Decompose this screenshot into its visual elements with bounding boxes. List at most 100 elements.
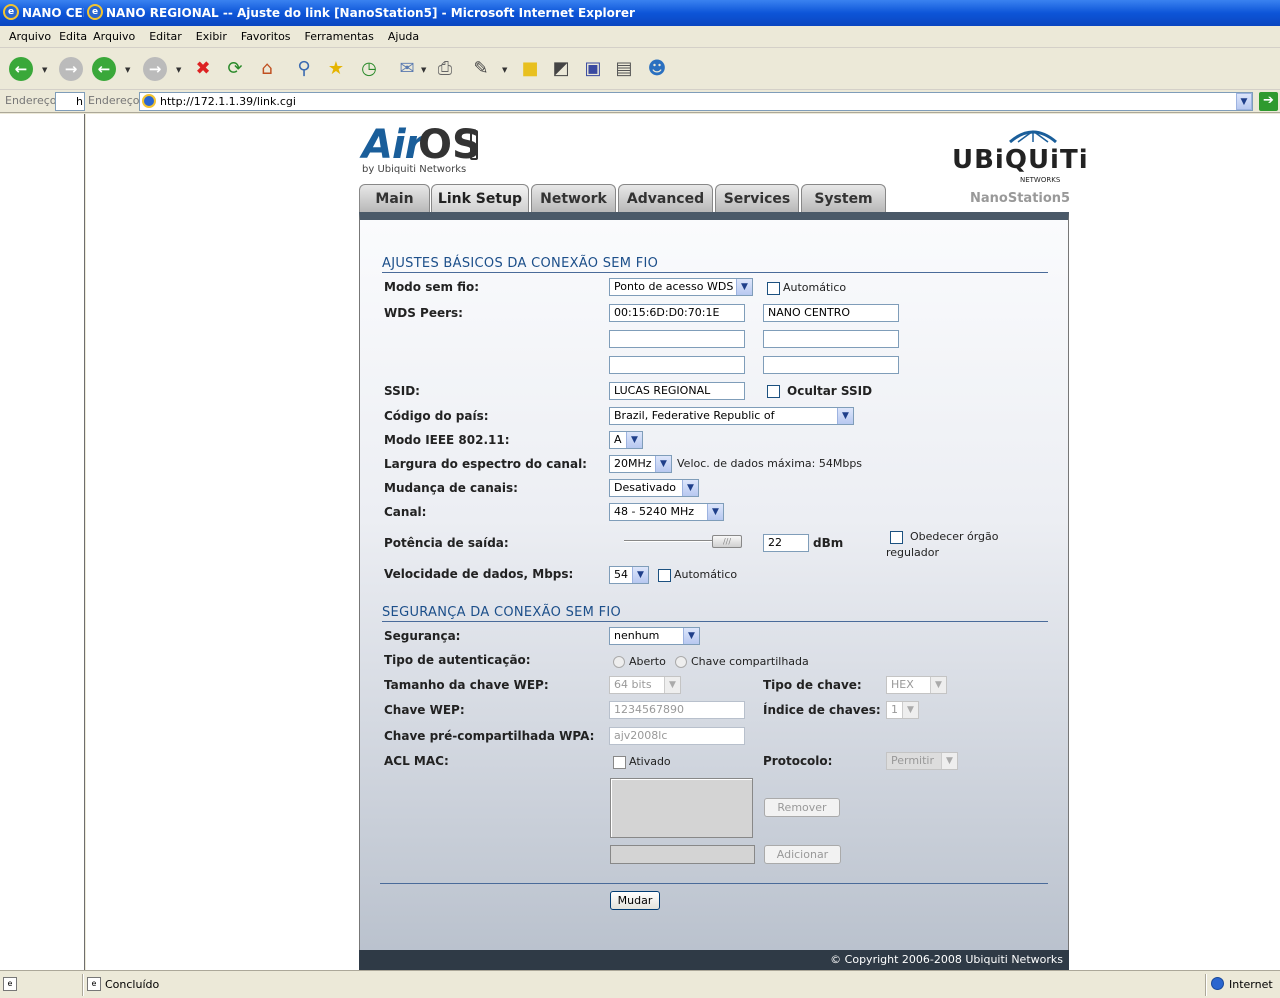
stop-button[interactable]: ✖: [190, 56, 216, 82]
forward-button-2[interactable]: →: [142, 56, 168, 82]
favorites-button[interactable]: ★: [323, 56, 349, 82]
chevron-down-icon[interactable]: ▼: [125, 66, 130, 74]
menu-ferramentas[interactable]: Ferramentas: [297, 30, 380, 43]
wds-peer-4-input[interactable]: [763, 330, 899, 348]
menu-exibir[interactable]: Exibir: [188, 30, 233, 43]
zone-text: Internet: [1229, 978, 1273, 991]
output-power-input[interactable]: 22: [763, 534, 809, 552]
wds-peer-6-input[interactable]: [763, 356, 899, 374]
menu-arquivo[interactable]: Arquivo: [87, 30, 141, 43]
channel-shift-select[interactable]: Desativado ▼: [609, 479, 699, 497]
protocol-select[interactable]: Permitir ▼: [886, 752, 958, 770]
security-select[interactable]: nenhum ▼: [609, 627, 700, 645]
change-button[interactable]: Mudar: [610, 891, 660, 910]
messenger-button[interactable]: ▣: [580, 56, 606, 82]
wds-peer-3-input[interactable]: [609, 330, 745, 348]
status-divider: [82, 974, 84, 996]
window-title-bar-left[interactable]: e NANO CENTRO: [0, 0, 84, 26]
contacts-button[interactable]: ☻: [644, 56, 670, 82]
protocol-value: Permitir: [891, 754, 935, 767]
print-button[interactable]: ⎙: [432, 56, 458, 82]
home-button[interactable]: ⌂: [254, 56, 280, 82]
wds-peer-1-input[interactable]: 00:15:6D:D0:70:1E: [609, 304, 745, 322]
address-input[interactable]: http://172.1.1.39/link.cgi: [139, 92, 1253, 111]
messenger-icon: ▣: [584, 58, 602, 79]
back-button-2[interactable]: ←: [91, 56, 117, 82]
section-title-security: SEGURANÇA DA CONEXÃO SEM FIO: [382, 605, 1048, 622]
tab-services[interactable]: Services: [715, 184, 799, 212]
menu-arquivo-left[interactable]: Arquivo: [0, 30, 57, 43]
data-rate-select[interactable]: 54 ▼: [609, 566, 649, 584]
back-button[interactable]: ←: [8, 56, 34, 82]
auth-shared-label: Chave compartilhada: [691, 655, 809, 668]
wds-peer-5-input[interactable]: [609, 356, 745, 374]
address-dropdown-button[interactable]: ▼: [1236, 93, 1252, 110]
key-index-select[interactable]: 1 ▼: [886, 701, 919, 719]
tab-link-setup[interactable]: Link Setup: [431, 184, 529, 212]
auth-shared-radio[interactable]: [675, 656, 687, 668]
window-title-bar[interactable]: e NANO REGIONAL -- Ajuste do link [NanoS…: [84, 0, 1280, 26]
key-type-select[interactable]: HEX ▼: [886, 676, 947, 694]
chevron-down-icon[interactable]: ▼: [502, 66, 507, 74]
mail-button[interactable]: ✉: [394, 56, 420, 82]
obey-regulatory-checkbox[interactable]: [890, 531, 903, 544]
wep-key-input[interactable]: 1234567890: [609, 701, 745, 719]
tab-main[interactable]: Main: [359, 184, 430, 212]
notes-button[interactable]: ■: [517, 56, 543, 82]
chevron-down-icon[interactable]: ▼: [176, 66, 181, 74]
chevron-down-icon[interactable]: ▼: [42, 66, 47, 74]
device-model: NanoStation5: [970, 191, 1071, 206]
wds-peers-label: WDS Peers:: [384, 306, 463, 320]
chevron-down-icon: ▼: [930, 677, 946, 693]
go-button[interactable]: ➔: [1259, 92, 1278, 111]
mac-acl-list[interactable]: [610, 778, 753, 838]
wds-peer-2-input[interactable]: NANO CENTRO: [763, 304, 899, 322]
channel-select[interactable]: 48 - 5240 MHz ▼: [609, 503, 724, 521]
auth-open-radio[interactable]: [613, 656, 625, 668]
search-button[interactable]: ⚲: [291, 56, 317, 82]
data-rate-label: Velocidade de dados, Mbps:: [384, 567, 574, 581]
wpa-key-label: Chave pré-compartilhada WPA:: [384, 729, 595, 743]
hide-ssid-checkbox[interactable]: [767, 385, 780, 398]
back-arrow-icon: ←: [9, 57, 33, 81]
ie-icon: e: [3, 4, 19, 20]
menu-ajuda[interactable]: Ajuda: [380, 30, 425, 43]
ubiquiti-dish-icon: [1008, 128, 1058, 144]
chevron-down-icon[interactable]: ▼: [421, 66, 426, 74]
ieee-mode-select[interactable]: A ▼: [609, 431, 643, 449]
country-select[interactable]: Brazil, Federative Republic of ▼: [609, 407, 854, 425]
status-text: Concluído: [105, 978, 160, 991]
edit-button[interactable]: ✎: [468, 56, 494, 82]
ubiquiti-logo: UBiQUiTi: [952, 145, 1089, 175]
wpa-key-input[interactable]: ajv2008lc: [609, 727, 745, 745]
add-button[interactable]: Adicionar: [764, 845, 841, 864]
menu-favoritos[interactable]: Favoritos: [233, 30, 297, 43]
wep-size-value: 64 bits: [614, 678, 652, 691]
mode-select[interactable]: Ponto de acesso WDS ▼: [609, 278, 753, 296]
forward-button[interactable]: →: [58, 56, 84, 82]
channel-width-select[interactable]: 20MHz ▼: [609, 455, 672, 473]
research-button[interactable]: ▤: [611, 56, 637, 82]
tab-advanced[interactable]: Advanced: [618, 184, 713, 212]
tab-network[interactable]: Network: [531, 184, 616, 212]
data-rate-auto-checkbox[interactable]: [658, 569, 671, 582]
max-rate-text: Veloc. de dados máxima: 54Mbps: [677, 457, 863, 470]
auth-open-label: Aberto: [629, 655, 666, 668]
ssid-input[interactable]: LUCAS REGIONAL: [609, 382, 745, 400]
mac-acl-enabled-checkbox[interactable]: [613, 756, 626, 769]
menu-editar-left[interactable]: Editar: [57, 30, 87, 43]
history-button[interactable]: ◷: [356, 56, 382, 82]
menu-editar[interactable]: Editar: [141, 30, 188, 43]
mac-address-input[interactable]: [610, 845, 755, 864]
security-label: Segurança:: [384, 629, 461, 643]
research-icon: ▤: [615, 58, 633, 79]
tab-system[interactable]: System: [801, 184, 886, 212]
section-title-basic: AJUSTES BÁSICOS DA CONEXÃO SEM FIO: [382, 256, 1048, 273]
mode-auto-checkbox[interactable]: [767, 282, 780, 295]
wep-size-select[interactable]: 64 bits ▼: [609, 676, 681, 694]
remove-button[interactable]: Remover: [764, 798, 840, 817]
refresh-button[interactable]: ⟳: [222, 56, 248, 82]
k-button[interactable]: ◩: [548, 56, 574, 82]
address-input-left[interactable]: h: [55, 92, 85, 111]
output-power-slider-thumb[interactable]: ///: [712, 535, 742, 548]
